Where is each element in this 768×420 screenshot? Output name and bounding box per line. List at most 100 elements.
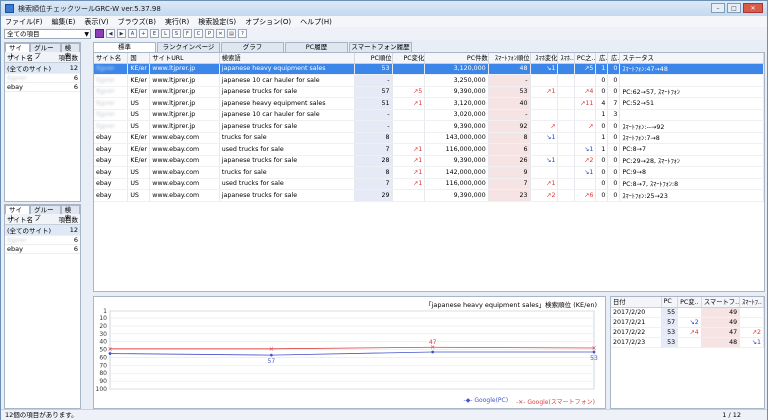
table-row[interactable]: ebay KE/er www.ebay.com trucks for sale 8 143… <box>94 132 764 144</box>
table-cell: 116,000,000 <box>424 178 489 190</box>
table-cell: ↗1 <box>392 143 426 156</box>
column-header[interactable]: 日付 <box>611 297 662 308</box>
run-icon[interactable] <box>95 29 104 38</box>
menu-help[interactable]: ヘルプ(H) <box>300 17 332 27</box>
table-row[interactable]: ltjprer US www.ltjprer.jp japanese heavy eq… <box>94 97 764 110</box>
table-row[interactable]: ltjprer US www.ltjprer.jp japanese trucks f… <box>94 120 764 133</box>
tab-site[interactable]: サイト <box>5 205 31 222</box>
chevron-down-icon: ▼ <box>84 31 89 38</box>
tab-group[interactable]: グループ <box>30 43 61 60</box>
table-cell: PC:8→7, ｽﾏｰﾄﾌｫﾝ:8 <box>619 178 764 190</box>
list-item[interactable]: ltjprer 6 <box>5 235 80 245</box>
tab-smartphone-history[interactable]: スマートフォン履歴 <box>349 42 412 52</box>
column-header[interactable]: ステータス <box>619 53 764 64</box>
delete-icon[interactable]: ✕ <box>216 29 225 38</box>
y-tick-label: 70 <box>99 362 107 369</box>
column-header[interactable]: サイト名 <box>94 53 129 64</box>
tab-site[interactable]: サイト <box>5 43 31 60</box>
list-item[interactable]: (全てのサイト) 12 <box>5 62 80 74</box>
tab-graph[interactable]: グラフ <box>221 42 284 52</box>
close-button[interactable]: ✕ <box>743 3 763 13</box>
site-filter-select[interactable]: 全ての項目 ▼ <box>4 29 91 39</box>
column-header[interactable]: ｽﾏｰﾄﾌｫﾝ順位 <box>488 53 531 64</box>
col-item-count[interactable]: 項目数 <box>55 52 80 63</box>
data-label: 57 <box>268 358 276 365</box>
add-icon[interactable]: + <box>139 29 148 38</box>
paste-icon[interactable]: P <box>205 29 214 38</box>
table-row[interactable]: 2017/2/20 55 49 <box>611 307 764 318</box>
item-count: 6 <box>55 82 80 92</box>
table-cell: ↘1 <box>530 132 559 144</box>
table-row[interactable]: ebay US www.ebay.com trucks for sale 8 ↗1 142,… <box>94 166 764 179</box>
column-header[interactable]: ｽﾏｰﾄﾌ.. <box>739 297 764 308</box>
sort-icon[interactable]: S <box>172 29 181 38</box>
menu-options[interactable]: オプション(O) <box>245 17 291 27</box>
tab-pc-history[interactable]: PC履歴 <box>285 42 348 52</box>
table-row[interactable]: ltjprer KE/er www.ltjprer.jp japanese truck… <box>94 86 764 98</box>
site-panel-bottom: サイト グループ 検索 サイト名項目数 (全てのサイト)12 ltjprer6 … <box>4 204 81 409</box>
column-header[interactable]: PC <box>661 297 679 308</box>
site-panel-top: サイト グループ 検索 サイト名項目数 (全てのサイト)12 ltjprer6 … <box>4 42 81 202</box>
table-row[interactable]: ltjprer KE/er www.ltjprer.jp japanese 10 ca… <box>94 74 764 87</box>
tab-rankin-page[interactable]: ランクインページ <box>157 42 220 52</box>
column-header[interactable]: サイトURL <box>149 53 220 64</box>
forward-icon[interactable]: ▶ <box>117 29 126 38</box>
table-row[interactable]: 2017/2/22 53 ↗4 47 ↗2 <box>611 327 764 338</box>
table-cell: 92 <box>488 120 531 133</box>
tab-search[interactable]: 検索 <box>60 43 80 60</box>
edit-icon[interactable]: E <box>150 29 159 38</box>
table-cell <box>530 74 559 87</box>
menu-view[interactable]: 表示(V) <box>84 17 108 27</box>
back-icon[interactable]: ◀ <box>106 29 115 38</box>
table-row[interactable]: 2017/2/23 53 48 ↘1 <box>611 337 764 348</box>
table-cell: 3,120,000 <box>424 97 489 110</box>
menu-edit[interactable]: 編集(E) <box>52 17 76 27</box>
help-icon[interactable]: ? <box>238 29 247 38</box>
col-site-name[interactable]: サイト名 <box>5 214 56 225</box>
column-header[interactable]: 検索語 <box>219 53 355 64</box>
column-header[interactable]: 広. <box>595 53 609 64</box>
tab-search[interactable]: 検索 <box>60 205 80 222</box>
column-header[interactable]: PC件数 <box>424 53 489 64</box>
menu-file[interactable]: ファイル(F) <box>5 17 43 27</box>
table-cell: www.ltjprer.jp <box>149 63 220 75</box>
column-header[interactable]: PC之.. <box>574 53 597 64</box>
table-cell: ↘1 <box>739 337 764 348</box>
tab-standard[interactable]: 標準 <box>93 42 156 52</box>
table-row[interactable]: ebay KE/er www.ebay.com japanese trucks for… <box>94 155 764 167</box>
chart-icon[interactable]: ▤ <box>227 29 236 38</box>
table-row[interactable]: ltjprer KE/er www.ltjprer.jp japanese heavy… <box>94 63 764 75</box>
column-header[interactable]: ｽﾏﾎ.. <box>557 53 575 64</box>
col-site-name[interactable]: サイト名 <box>5 52 56 63</box>
column-header[interactable]: PC順位 <box>354 53 393 64</box>
table-row[interactable]: ltjprer US www.ltjprer.jp japanese 10 car h… <box>94 109 764 121</box>
copy-icon[interactable]: C <box>194 29 203 38</box>
list-icon[interactable]: L <box>161 29 170 38</box>
col-item-count[interactable]: 項目数 <box>55 214 80 225</box>
column-header[interactable]: PC変化 <box>392 53 426 64</box>
list-item[interactable]: ebay 6 <box>5 244 80 254</box>
table-cell <box>392 74 426 87</box>
tab-group[interactable]: グループ <box>30 205 61 222</box>
column-header[interactable]: スマートフ.. <box>701 297 741 308</box>
all-icon[interactable]: A <box>128 29 137 38</box>
table-row[interactable]: ebay US www.ebay.com used trucks for sale 7 ↗… <box>94 178 764 190</box>
table-cell: - <box>354 74 393 87</box>
filter-icon[interactable]: F <box>183 29 192 38</box>
table-row[interactable]: ebay KE/er www.ebay.com used trucks for sal… <box>94 143 764 156</box>
column-header[interactable]: 広. <box>607 53 621 64</box>
menu-search-settings[interactable]: 検索設定(S) <box>198 17 236 27</box>
list-item[interactable]: ltjprer 6 <box>5 73 80 83</box>
column-header[interactable]: 国 <box>127 53 151 64</box>
menu-browse[interactable]: ブラウズ(B) <box>118 17 156 27</box>
table-row[interactable]: 2017/2/21 57 ↘2 49 <box>611 317 764 328</box>
list-item[interactable]: (全てのサイト) 12 <box>5 224 80 236</box>
table-row[interactable]: ebay US www.ebay.com japanese trucks for sa… <box>94 189 764 202</box>
table-cell: 0 <box>607 132 621 144</box>
maximize-button[interactable]: □ <box>727 3 741 13</box>
column-header[interactable]: ｽﾏﾎ変化 <box>530 53 559 64</box>
list-item[interactable]: ebay 6 <box>5 82 80 92</box>
column-header[interactable]: PC変.. <box>677 297 702 308</box>
menu-run[interactable]: 実行(R) <box>165 17 189 27</box>
minimize-button[interactable]: – <box>711 3 725 13</box>
